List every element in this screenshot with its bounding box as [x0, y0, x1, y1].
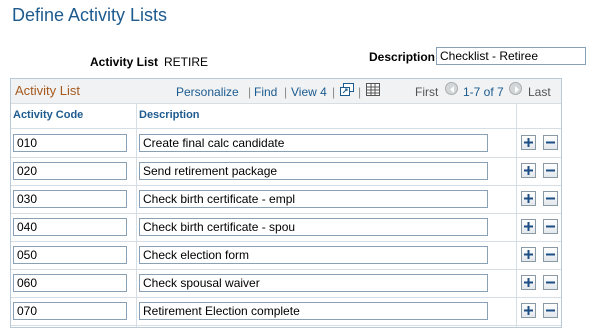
add-row-icon[interactable]	[521, 247, 536, 262]
activity-code-field[interactable]	[13, 302, 127, 320]
first-label[interactable]: First	[415, 85, 438, 99]
activity-code-field[interactable]	[13, 190, 127, 208]
add-row-icon[interactable]	[521, 219, 536, 234]
description-label: Description	[369, 50, 436, 64]
separator: |	[284, 85, 288, 99]
column-header-description[interactable]: Description	[139, 109, 200, 121]
activity-list-label: Activity List	[90, 55, 159, 69]
delete-row-icon[interactable]	[543, 219, 558, 234]
activity-description-field[interactable]	[139, 162, 488, 180]
page-title: Define Activity Lists	[12, 5, 168, 25]
separator: |	[332, 85, 336, 99]
row-range: 1-7 of 7	[463, 85, 504, 99]
table-row	[11, 185, 561, 214]
table-row	[11, 213, 561, 242]
column-header-activity-code[interactable]: Activity Code	[13, 109, 83, 121]
delete-row-icon[interactable]	[543, 135, 558, 150]
add-row-icon[interactable]	[521, 303, 536, 318]
grid-title: Activity List	[15, 83, 81, 98]
previous-arrow-icon[interactable]	[445, 82, 458, 95]
add-row-icon[interactable]	[521, 275, 536, 290]
table-row	[11, 241, 561, 270]
activity-code-field[interactable]	[13, 274, 127, 292]
download-grid-icon[interactable]	[366, 83, 380, 96]
activity-description-field[interactable]	[139, 246, 488, 264]
table-row	[11, 157, 561, 186]
separator: |	[248, 85, 252, 99]
activity-code-field[interactable]	[13, 218, 127, 236]
table-row	[11, 297, 561, 326]
view-all-icon[interactable]	[340, 83, 354, 96]
find-link[interactable]: Find	[254, 85, 277, 99]
activity-description-field[interactable]	[139, 274, 488, 292]
activity-description-field[interactable]	[139, 302, 488, 320]
add-row-icon[interactable]	[521, 135, 536, 150]
add-row-icon[interactable]	[521, 191, 536, 206]
add-row-icon[interactable]	[521, 163, 536, 178]
view-all-link[interactable]: View 4	[291, 85, 327, 99]
table-row	[11, 129, 561, 158]
delete-row-icon[interactable]	[543, 303, 558, 318]
delete-row-icon[interactable]	[543, 275, 558, 290]
column-header-row: Activity Code Description	[11, 104, 561, 129]
activity-list-grid: Activity List Personalize | Find | View …	[10, 78, 562, 328]
last-label[interactable]: Last	[528, 85, 551, 99]
activity-code-field[interactable]	[13, 162, 127, 180]
grid-title-bar: Activity List Personalize | Find | View …	[11, 79, 561, 104]
activity-code-field[interactable]	[13, 134, 127, 152]
delete-row-icon[interactable]	[543, 191, 558, 206]
activity-list-value: RETIRE	[164, 55, 209, 69]
activity-description-field[interactable]	[139, 218, 488, 236]
activity-code-field[interactable]	[13, 246, 127, 264]
next-arrow-icon[interactable]	[509, 82, 522, 95]
table-row	[11, 269, 561, 298]
activity-description-field[interactable]	[139, 134, 488, 152]
activity-description-field[interactable]	[139, 190, 488, 208]
personalize-link[interactable]: Personalize	[176, 85, 239, 99]
separator: |	[358, 85, 362, 99]
description-field[interactable]	[436, 47, 586, 65]
delete-row-icon[interactable]	[543, 247, 558, 262]
delete-row-icon[interactable]	[543, 163, 558, 178]
